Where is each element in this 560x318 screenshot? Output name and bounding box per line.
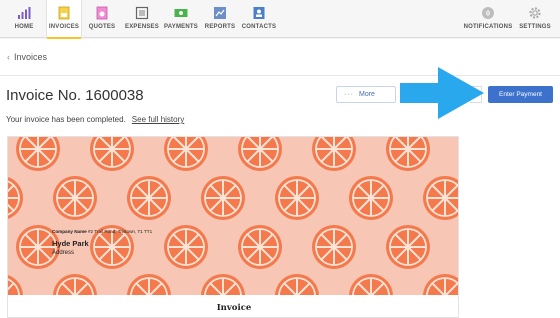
page-title: Invoice No. 1600038 [6, 87, 144, 104]
status-line: Your invoice has been completed. See full… [6, 115, 184, 124]
top-navigation: HOME INVOICES QUOTES EXPENSES PAYMENTS R… [0, 0, 560, 39]
orange-slice [127, 274, 171, 295]
orange-slice [53, 176, 97, 220]
client-name: Hyde Park [52, 239, 89, 248]
invoice-document-icon [58, 6, 70, 20]
more-dots-icon: ··· [344, 91, 354, 98]
orange-slice [164, 137, 208, 171]
orange-slice [386, 137, 430, 171]
breadcrumb-label: Invoices [14, 52, 48, 62]
chevron-left-icon: ‹ [7, 52, 10, 62]
more-button[interactable]: ··· More [336, 86, 396, 103]
orange-slice [423, 176, 458, 220]
orange-slice [127, 176, 171, 220]
nav-reports-label: REPORTS [204, 24, 236, 30]
contact-card-icon [253, 7, 265, 19]
orange-slice [386, 225, 430, 269]
see-full-history-link[interactable]: See full history [132, 115, 184, 124]
nav-invoices-label: INVOICES [48, 24, 80, 30]
status-text: Your invoice has been completed. [6, 115, 126, 124]
nav-notifications[interactable]: 0 NOTIFICATIONS [462, 0, 514, 38]
invoice-header-block: Company Name #2 Trail Road, Tristown, T1… [52, 229, 152, 256]
nav-home-label: HOME [14, 24, 34, 30]
orange-slice [349, 176, 393, 220]
expense-frame-icon [135, 6, 149, 20]
nav-notifications-label: NOTIFICATIONS [463, 24, 513, 30]
orange-slice [164, 225, 208, 269]
notification-count-icon: 0 [482, 7, 494, 19]
enter-payment-button[interactable]: Enter Payment [488, 86, 553, 103]
orange-slice [16, 137, 60, 171]
orange-slice [275, 274, 319, 295]
nav-expenses[interactable]: EXPENSES [122, 0, 162, 38]
orange-slice [275, 176, 319, 220]
orange-slice [8, 177, 23, 219]
nav-payments[interactable]: PAYMENTS [163, 0, 199, 38]
nav-contacts[interactable]: CONTACTS [240, 0, 278, 38]
nav-expenses-label: EXPENSES [125, 24, 159, 30]
report-chart-icon [214, 7, 226, 19]
orange-slice [312, 225, 356, 269]
nav-quotes-label: QUOTES [88, 24, 116, 30]
breadcrumb[interactable]: ‹ Invoices [7, 52, 47, 62]
orange-slice [423, 274, 458, 295]
bar-chart-icon [18, 7, 31, 19]
orange-slice [312, 137, 356, 171]
orange-slice [53, 274, 97, 295]
notification-count: 0 [486, 11, 490, 18]
pointer-arrow-icon [400, 67, 484, 119]
orange-slice [8, 275, 23, 295]
nav-home[interactable]: HOME [4, 0, 44, 38]
gear-icon [529, 7, 541, 19]
quote-document-icon [96, 6, 108, 20]
nav-contacts-label: CONTACTS [241, 24, 277, 30]
orange-slice [201, 176, 245, 220]
nav-settings-label: SETTINGS [519, 24, 551, 30]
more-button-label: More [359, 91, 375, 98]
nav-invoices[interactable]: INVOICES [46, 0, 82, 39]
orange-slice-pattern [8, 137, 458, 295]
client-address: Address [52, 250, 75, 256]
nav-reports[interactable]: REPORTS [204, 0, 236, 38]
orange-slice [201, 274, 245, 295]
invoice-banner: Company Name #2 Trail Road, Tristown, T1… [8, 137, 458, 295]
nav-quotes[interactable]: QUOTES [86, 0, 118, 38]
nav-settings[interactable]: SETTINGS [516, 0, 554, 38]
orange-slice [238, 225, 282, 269]
orange-slice [238, 137, 282, 171]
company-address: #2 Trail Road, Tristown, T1 TT1 [88, 229, 153, 234]
invoice-preview: Company Name #2 Trail Road, Tristown, T1… [7, 136, 459, 318]
orange-slice [349, 274, 393, 295]
invoice-doc-label: Invoice [216, 303, 252, 313]
money-bill-icon [174, 9, 188, 17]
company-name: Company Name [52, 229, 87, 234]
orange-slice [90, 137, 134, 171]
company-line: Company Name #2 Trail Road, Tristown, T1… [52, 229, 152, 234]
nav-payments-label: PAYMENTS [164, 24, 198, 30]
